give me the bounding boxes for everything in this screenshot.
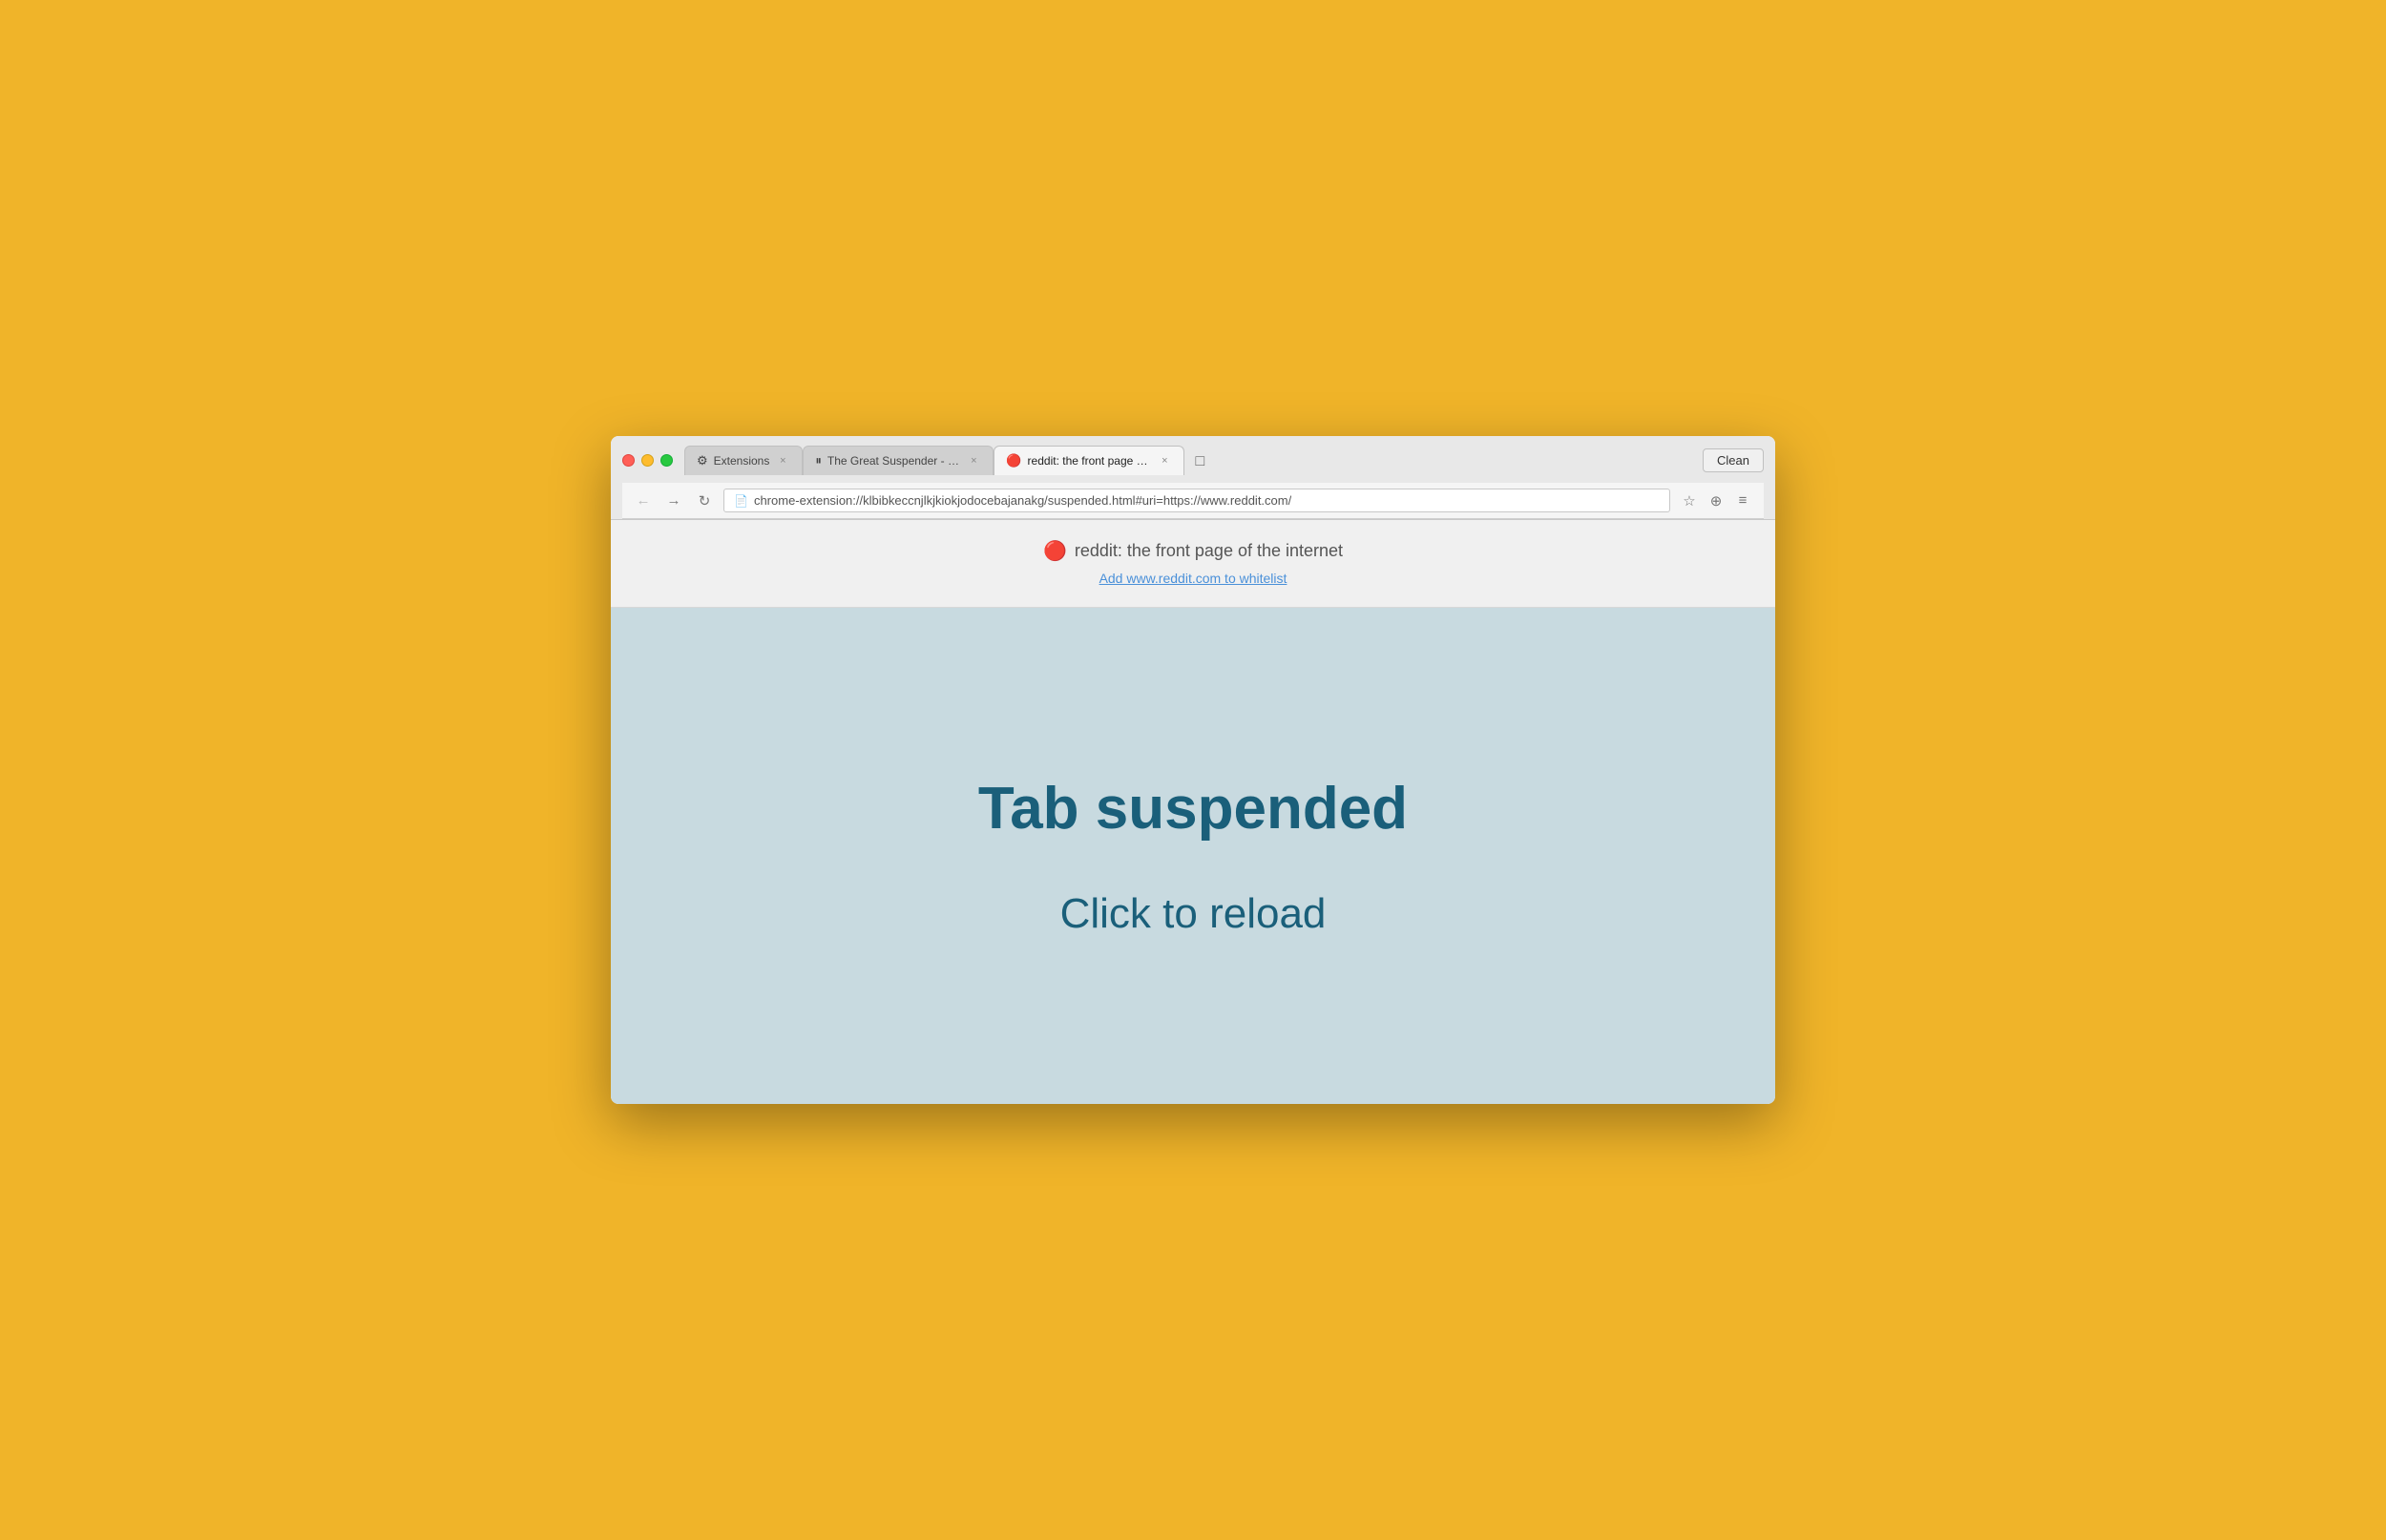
- back-button[interactable]: ←: [632, 489, 655, 512]
- traffic-lights: [622, 454, 673, 467]
- tab-reddit[interactable]: 🔴 reddit: the front page of th ×: [994, 446, 1184, 475]
- toolbar-right: ☆ ⊕ ≡: [1678, 489, 1754, 512]
- address-bar: ← → ↻ 📄 chrome-extension://klbibkeccnjlk…: [622, 483, 1764, 519]
- browser-window: ⚙ Extensions × ⏸ The Great Suspender - C…: [611, 436, 1775, 1104]
- page-header-title: 🔴 reddit: the front page of the internet: [630, 539, 1756, 563]
- extensions-tab-icon: ⚙: [697, 453, 708, 468]
- page-title-text: reddit: the front page of the internet: [1075, 541, 1343, 561]
- extension-button[interactable]: ⊕: [1705, 489, 1727, 512]
- new-tab-button[interactable]: □: [1184, 448, 1215, 475]
- reddit-logo-icon: 🔴: [1043, 539, 1067, 563]
- url-text: chrome-extension://klbibkeccnjlkjkiokjod…: [754, 493, 1291, 508]
- url-security-icon: 📄: [734, 494, 748, 508]
- tab-extensions-label: Extensions: [714, 454, 770, 468]
- tabs-row: ⚙ Extensions × ⏸ The Great Suspender - C…: [684, 446, 1703, 475]
- bookmark-button[interactable]: ☆: [1678, 489, 1701, 512]
- minimize-window-button[interactable]: [641, 454, 654, 467]
- tab-great-suspender[interactable]: ⏸ The Great Suspender - Chi ×: [803, 446, 994, 475]
- whitelist-link[interactable]: Add www.reddit.com to whitelist: [1099, 571, 1287, 586]
- maximize-window-button[interactable]: [660, 454, 673, 467]
- title-bar-top: ⚙ Extensions × ⏸ The Great Suspender - C…: [622, 446, 1764, 475]
- tab-great-suspender-close[interactable]: ×: [966, 453, 981, 468]
- tab-great-suspender-label: The Great Suspender - Chi: [827, 454, 961, 468]
- great-suspender-tab-icon: ⏸: [815, 453, 822, 468]
- tab-reddit-label: reddit: the front page of th: [1028, 454, 1152, 468]
- url-bar[interactable]: 📄 chrome-extension://klbibkeccnjlkjkiokj…: [723, 489, 1670, 512]
- tab-extensions-close[interactable]: ×: [775, 453, 790, 468]
- title-bar: ⚙ Extensions × ⏸ The Great Suspender - C…: [611, 436, 1775, 520]
- menu-button[interactable]: ≡: [1731, 489, 1754, 512]
- page-header: 🔴 reddit: the front page of the internet…: [611, 520, 1775, 608]
- forward-button[interactable]: →: [662, 489, 685, 512]
- tab-reddit-close[interactable]: ×: [1157, 453, 1172, 468]
- clean-button[interactable]: Clean: [1703, 448, 1764, 472]
- close-window-button[interactable]: [622, 454, 635, 467]
- page-content[interactable]: Tab suspended Click to reload: [611, 608, 1775, 1104]
- reload-button[interactable]: ↻: [693, 489, 716, 512]
- click-to-reload-text[interactable]: Click to reload: [1060, 890, 1327, 938]
- tab-extensions[interactable]: ⚙ Extensions ×: [684, 446, 803, 475]
- reddit-tab-icon: 🔴: [1006, 453, 1021, 468]
- tab-suspended-heading: Tab suspended: [978, 775, 1408, 843]
